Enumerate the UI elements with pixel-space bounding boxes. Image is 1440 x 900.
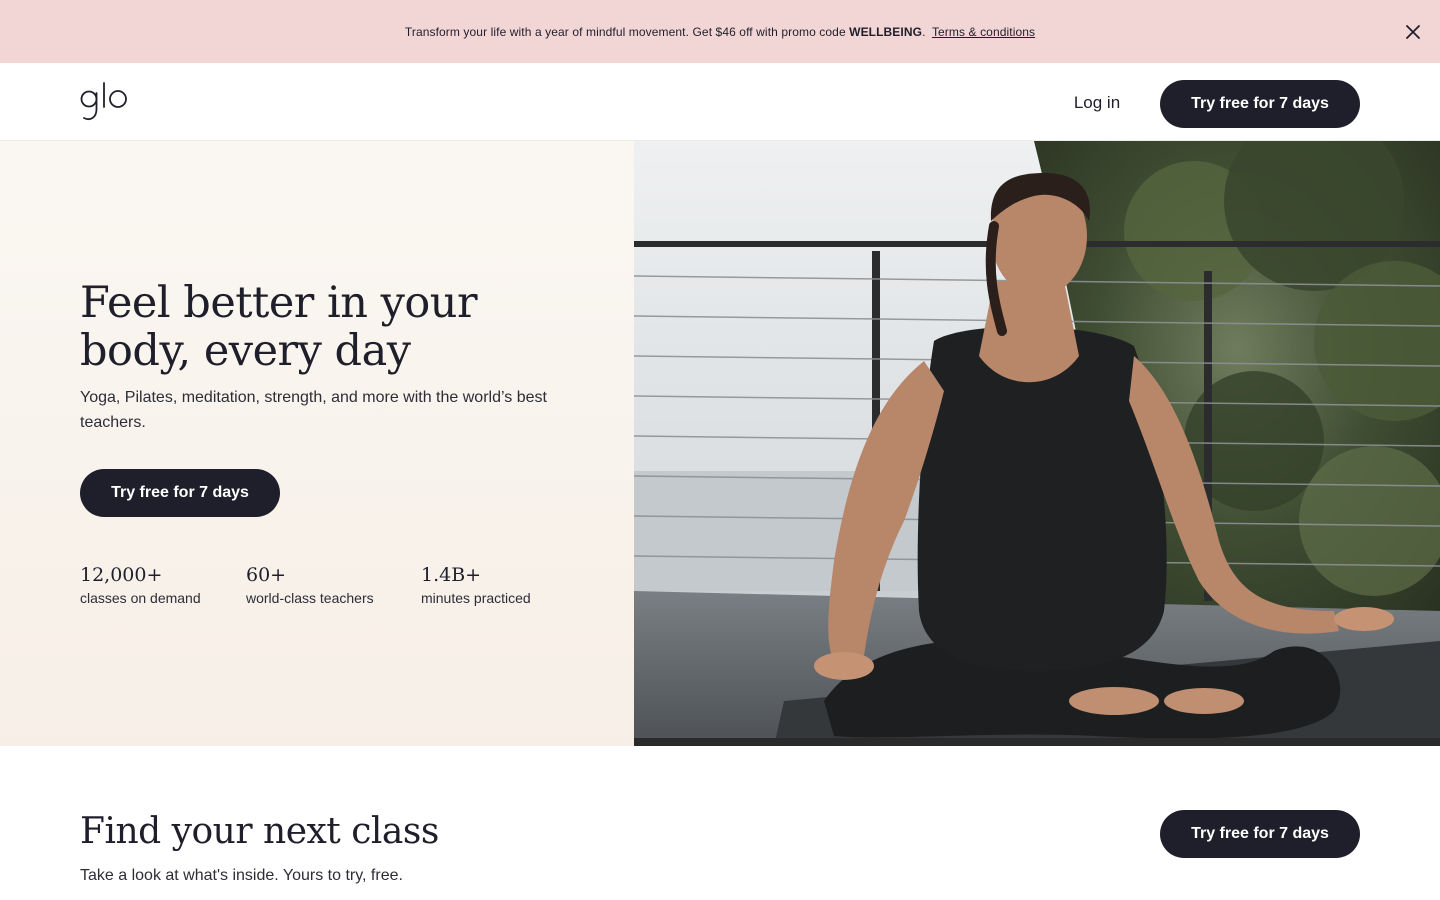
video-progress-bar[interactable] [634,738,1440,746]
stat-value: 1.4B+ [421,564,482,586]
close-icon[interactable] [1403,22,1423,42]
hero-section: Feel better in your body, every day Yoga… [0,141,634,746]
stat-minutes: 1.4B+ minutes practiced [421,563,531,608]
find-try-free-button[interactable]: Try free for 7 days [1160,810,1360,858]
find-class-subtitle: Take a look at what's inside. Yours to t… [80,867,403,884]
promo-text: Transform your life with a year of mindf… [405,25,1035,39]
meditation-scene-image [634,141,1440,746]
promo-code: WELLBEING [849,24,923,39]
stat-teachers: 60+ world-class teachers [246,563,374,608]
promo-period: . [922,24,926,39]
hero-video[interactable] [634,141,1440,746]
hero-try-free-button[interactable]: Try free for 7 days [80,469,280,517]
header-try-free-button[interactable]: Try free for 7 days [1160,80,1360,128]
stat-label: classes on demand [80,590,201,606]
glo-logo[interactable] [80,81,130,127]
promo-banner: Transform your life with a year of mindf… [0,0,1440,63]
stat-label: minutes practiced [421,590,531,606]
site-header: Log in Try free for 7 days [0,63,1440,141]
stat-value: 12,000+ [80,564,163,586]
terms-link[interactable]: Terms & conditions [932,25,1035,39]
login-link[interactable]: Log in [1062,89,1132,117]
stat-label: world-class teachers [246,590,374,606]
stat-classes: 12,000+ classes on demand [80,563,201,608]
promo-message: Transform your life with a year of mindf… [404,24,850,39]
find-class-title: Find your next class [80,811,439,852]
hero-subtitle: Yoga, Pilates, meditation, strength, and… [80,389,547,431]
hero-title: Feel better in your body, every day [80,278,478,376]
stat-value: 60+ [246,564,287,586]
